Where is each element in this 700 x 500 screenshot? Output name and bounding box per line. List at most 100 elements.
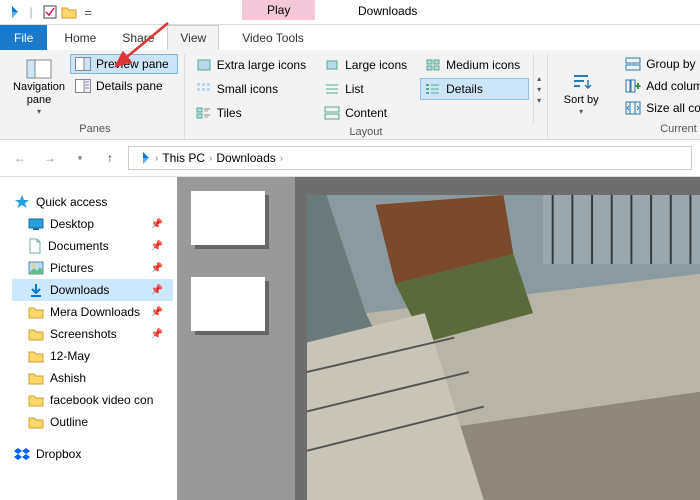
back-button[interactable]: ← bbox=[8, 146, 32, 170]
window-title: Downloads bbox=[358, 4, 417, 18]
sidebar-item-mera[interactable]: Mera Downloads📌 bbox=[12, 301, 173, 323]
quick-access-toolbar: | = bbox=[0, 4, 100, 20]
recent-dropdown[interactable]: ▾ bbox=[68, 146, 92, 170]
share-tab[interactable]: Share bbox=[109, 25, 167, 50]
download-icon bbox=[28, 282, 44, 298]
pin-icon: 📌 bbox=[151, 219, 163, 230]
folder-icon bbox=[28, 349, 44, 363]
pin-icon: 📌 bbox=[151, 241, 163, 252]
up-button[interactable]: ↑ bbox=[98, 146, 122, 170]
pin-icon: 📌 bbox=[151, 307, 163, 318]
add-columns-button[interactable]: Add columns▾ bbox=[620, 76, 700, 96]
large-icons-button[interactable]: Large icons bbox=[319, 54, 416, 76]
thumbnail-strip bbox=[177, 177, 295, 500]
folder-icon[interactable] bbox=[61, 4, 77, 20]
sort-icon bbox=[568, 72, 594, 92]
content-button[interactable]: Content bbox=[319, 102, 416, 124]
dropbox-icon bbox=[14, 446, 30, 462]
folder-icon bbox=[28, 415, 44, 429]
large-icons-icon bbox=[324, 58, 340, 72]
breadcrumb-thispc[interactable]: This PC bbox=[162, 151, 205, 165]
folder-icon bbox=[28, 327, 44, 341]
size-columns-icon bbox=[625, 101, 641, 115]
document-icon bbox=[28, 238, 42, 254]
star-icon bbox=[14, 194, 30, 210]
folder-icon bbox=[28, 305, 44, 319]
contextual-tab-header: Play bbox=[242, 0, 315, 20]
details-pane-button[interactable]: Details pane bbox=[70, 76, 178, 96]
pin-icon: 📌 bbox=[151, 285, 163, 296]
sidebar-item-screenshots[interactable]: Screenshots📌 bbox=[12, 323, 173, 345]
chevron-right-icon[interactable]: › bbox=[155, 153, 158, 164]
chevron-right-icon[interactable]: › bbox=[209, 153, 212, 164]
small-icons-icon bbox=[196, 82, 212, 96]
pin-icon: 📌 bbox=[151, 329, 163, 340]
home-tab[interactable]: Home bbox=[51, 25, 109, 50]
preview-pane-icon bbox=[75, 57, 91, 71]
preview-image bbox=[307, 195, 700, 500]
sidebar-item-ashish[interactable]: Ashish bbox=[12, 367, 173, 389]
qa-separator: | bbox=[23, 4, 39, 20]
qa-dropdown-icon[interactable]: = bbox=[80, 4, 96, 20]
layout-scroll-down-icon[interactable]: ▾ bbox=[537, 85, 541, 94]
xl-icons-icon bbox=[196, 58, 212, 72]
layout-expand-icon[interactable]: ▾ bbox=[537, 96, 541, 105]
view-tab[interactable]: View bbox=[167, 25, 219, 50]
sidebar-item-downloads[interactable]: Downloads📌 bbox=[12, 279, 173, 301]
current-view-group: Group by▾ Add columns▾ Size all columns … bbox=[614, 54, 700, 139]
list-icon bbox=[324, 82, 340, 96]
sidebar-item-desktop[interactable]: Desktop📌 bbox=[12, 213, 173, 235]
navigation-pane: Quick access Desktop📌 Documents📌 Picture… bbox=[0, 177, 177, 500]
tiles-icon bbox=[196, 106, 212, 120]
breadcrumb[interactable]: › This PC › Downloads › bbox=[128, 146, 692, 170]
details-button[interactable]: Details bbox=[420, 78, 529, 100]
sidebar-item-outline[interactable]: Outline bbox=[12, 411, 173, 433]
checkbox-icon[interactable] bbox=[42, 4, 58, 20]
thumbnail[interactable] bbox=[191, 277, 265, 331]
ribbon: Navigation pane ▾ Preview pane Details p… bbox=[0, 50, 700, 140]
preview-pane bbox=[177, 177, 700, 500]
breadcrumb-root-icon[interactable] bbox=[135, 150, 151, 166]
layout-group: Extra large icons Large icons Medium ico… bbox=[185, 54, 548, 139]
pictures-icon bbox=[28, 261, 44, 275]
panes-group: Navigation pane ▾ Preview pane Details p… bbox=[6, 54, 185, 139]
preview-pane-button[interactable]: Preview pane bbox=[70, 54, 178, 74]
forward-button[interactable]: → bbox=[38, 146, 62, 170]
file-tab[interactable]: File bbox=[0, 25, 47, 50]
sidebar-item-pictures[interactable]: Pictures📌 bbox=[12, 257, 173, 279]
current-view-group-label: Current view bbox=[660, 121, 700, 139]
sidebar-item-12may[interactable]: 12-May bbox=[12, 345, 173, 367]
details-pane-icon bbox=[75, 79, 91, 93]
layout-scroll-up-icon[interactable]: ▴ bbox=[537, 74, 541, 83]
medium-icons-button[interactable]: Medium icons bbox=[420, 54, 529, 76]
sidebar-item-fb[interactable]: facebook video con bbox=[12, 389, 173, 411]
desktop-icon bbox=[28, 217, 44, 231]
pin-icon: 📌 bbox=[151, 263, 163, 274]
details-icon bbox=[425, 82, 441, 96]
navigation-pane-button[interactable]: Navigation pane ▾ bbox=[12, 54, 66, 121]
quick-access-item[interactable]: Quick access bbox=[12, 191, 173, 213]
sidebar-item-documents[interactable]: Documents📌 bbox=[12, 235, 173, 257]
add-columns-icon bbox=[625, 79, 641, 93]
sidebar-item-dropbox[interactable]: Dropbox bbox=[12, 443, 173, 465]
group-by-icon bbox=[625, 57, 641, 71]
layout-group-label: Layout bbox=[349, 124, 382, 142]
size-all-columns-button[interactable]: Size all columns to f bbox=[620, 98, 700, 118]
navigation-pane-icon bbox=[26, 59, 52, 79]
thumbnail[interactable] bbox=[191, 191, 265, 245]
tiles-button[interactable]: Tiles bbox=[191, 102, 315, 124]
address-bar: ← → ▾ ↑ › This PC › Downloads › bbox=[0, 140, 700, 177]
video-tools-tab[interactable]: Video Tools bbox=[229, 25, 317, 50]
play-label: Play bbox=[267, 3, 290, 17]
chevron-right-icon[interactable]: › bbox=[280, 153, 283, 164]
chevron-down-icon: ▾ bbox=[579, 107, 583, 116]
content-icon bbox=[324, 106, 340, 120]
group-by-button[interactable]: Group by▾ bbox=[620, 54, 700, 74]
small-icons-button[interactable]: Small icons bbox=[191, 78, 315, 100]
app-icon bbox=[4, 4, 20, 20]
extra-large-icons-button[interactable]: Extra large icons bbox=[191, 54, 315, 76]
sort-by-button[interactable]: Sort by ▾ bbox=[554, 54, 608, 133]
breadcrumb-downloads[interactable]: Downloads bbox=[216, 151, 275, 165]
ribbon-tabs: File Home Share View Video Tools bbox=[0, 25, 700, 50]
list-button[interactable]: List bbox=[319, 78, 416, 100]
